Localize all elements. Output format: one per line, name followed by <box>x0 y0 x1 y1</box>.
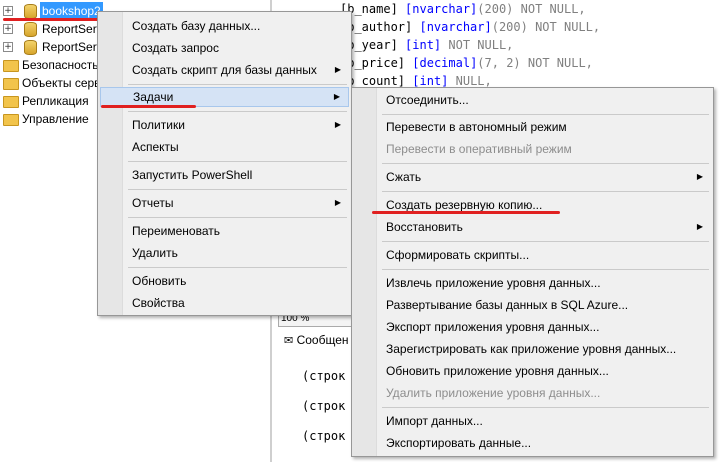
submenu-arrow-icon: ▶ <box>696 222 703 231</box>
menu-item-create-database[interactable]: Создать базу данных... <box>100 16 349 36</box>
menu-item-new-query[interactable]: Создать запрос <box>100 38 349 58</box>
code-line: [b_name] [nvarchar](200) NOT NULL, <box>340 2 586 16</box>
code-line: [b_price] [decimal](7, 2) NOT NULL, <box>340 56 593 70</box>
menu-item-start-powershell[interactable]: Запустить PowerShell <box>100 165 349 185</box>
tree-item-label: Управление <box>22 112 89 126</box>
context-menu: Создать базу данных... Создать запрос Со… <box>97 11 352 316</box>
message-line: (строк <box>302 369 346 383</box>
messages-tab[interactable]: ✉ Сообщен <box>284 333 349 347</box>
menu-item-export-data[interactable]: Экспортировать данные... <box>354 433 711 453</box>
menu-item-register-dac[interactable]: Зарегистрировать как приложение уровня д… <box>354 339 711 359</box>
menu-item-restore[interactable]: Восстановить ▶ <box>354 217 711 237</box>
expand-icon[interactable]: + <box>3 42 13 52</box>
submenu-arrow-icon: ▶ <box>333 92 340 101</box>
submenu-arrow-icon: ▶ <box>334 65 341 74</box>
menu-item-export-dac[interactable]: Экспорт приложения уровня данных... <box>354 317 711 337</box>
annotation-underline <box>101 105 196 108</box>
message-line: (строк <box>302 429 346 443</box>
folder-icon <box>3 96 19 108</box>
database-icon <box>24 22 37 37</box>
menu-item-take-offline[interactable]: Перевести в автономный режим <box>354 117 711 137</box>
menu-item-policies[interactable]: Политики ▶ <box>100 115 349 135</box>
menu-separator <box>382 241 709 242</box>
menu-item-extract-dac[interactable]: Извлечь приложение уровня данных... <box>354 273 711 293</box>
folder-icon <box>3 78 19 90</box>
menu-separator <box>128 161 347 162</box>
menu-item-script-database[interactable]: Создать скрипт для базы данных ▶ <box>100 60 349 80</box>
tree-item-label: Объекты серв <box>22 76 101 90</box>
tree-item-label: Безопасность <box>22 58 99 72</box>
menu-item-upgrade-dac[interactable]: Обновить приложение уровня данных... <box>354 361 711 381</box>
code-line: [b_author] [nvarchar](200) NOT NULL, <box>340 20 601 34</box>
menu-item-delete-dac: Удалить приложение уровня данных... <box>386 386 601 400</box>
menu-separator <box>382 407 709 408</box>
expand-icon[interactable]: + <box>3 6 13 16</box>
folder-icon <box>3 114 19 126</box>
menu-separator <box>128 267 347 268</box>
menu-item-reports[interactable]: Отчеты ▶ <box>100 193 349 213</box>
menu-item-import-data[interactable]: Импорт данных... <box>354 411 711 431</box>
menu-separator <box>128 189 347 190</box>
menu-item-shrink[interactable]: Сжать ▶ <box>354 167 711 187</box>
submenu-arrow-icon: ▶ <box>334 198 341 207</box>
code-line: [b_year] [int] NOT NULL, <box>340 38 514 52</box>
tasks-submenu: Отсоединить... Перевести в автономный ре… <box>351 87 714 457</box>
expand-icon[interactable]: + <box>3 24 13 34</box>
menu-item-generate-scripts[interactable]: Сформировать скрипты... <box>354 245 711 265</box>
menu-item-delete[interactable]: Удалить <box>100 243 349 263</box>
folder-icon <box>3 60 19 72</box>
menu-item-tasks[interactable]: Задачи ▶ <box>100 87 349 107</box>
submenu-arrow-icon: ▶ <box>334 120 341 129</box>
submenu-arrow-icon: ▶ <box>696 172 703 181</box>
menu-separator <box>128 111 347 112</box>
annotation-underline <box>372 211 560 214</box>
tree-item-label: ReportServ <box>42 40 103 54</box>
menu-item-refresh[interactable]: Обновить <box>100 271 349 291</box>
menu-item-properties[interactable]: Свойства <box>100 293 349 313</box>
menu-separator <box>382 114 709 115</box>
menu-item-facets[interactable]: Аспекты <box>100 137 349 157</box>
database-icon <box>24 40 37 55</box>
tree-item-label: Репликация <box>22 94 89 108</box>
menu-item-rename[interactable]: Переименовать <box>100 221 349 241</box>
menu-separator <box>382 191 709 192</box>
messages-tab-label: Сообщен <box>296 333 349 347</box>
menu-separator <box>128 217 347 218</box>
database-icon <box>24 4 37 19</box>
code-line: [b_count] [int] NULL, <box>340 74 492 88</box>
menu-item-deploy-azure[interactable]: Развертывание базы данных в SQL Azure... <box>354 295 711 315</box>
menu-separator <box>128 84 347 85</box>
tree-item-label: ReportServ <box>42 22 103 36</box>
menu-item-detach[interactable]: Отсоединить... <box>354 90 711 110</box>
menu-separator <box>382 163 709 164</box>
message-line: (строк <box>302 399 346 413</box>
menu-separator <box>382 269 709 270</box>
menu-item-bring-online: Перевести в оперативный режим <box>386 142 572 156</box>
messages-icon: ✉ <box>284 334 294 347</box>
